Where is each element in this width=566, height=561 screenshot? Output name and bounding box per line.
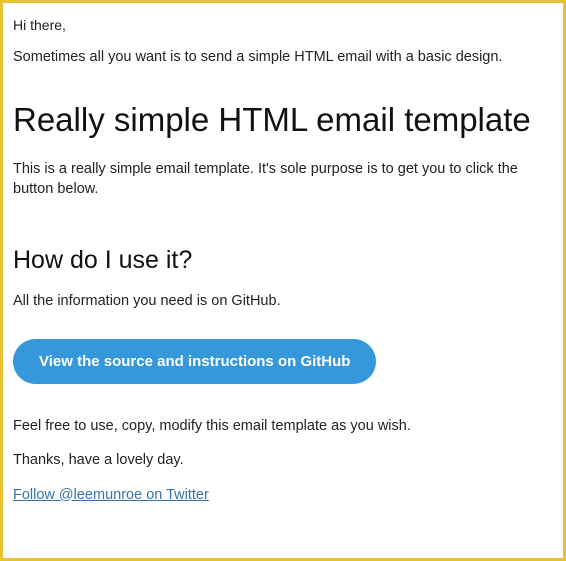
greeting-text: Hi there, xyxy=(13,17,553,33)
signoff-text: Thanks, have a lovely day. xyxy=(13,452,553,468)
sub-heading: How do I use it? xyxy=(13,246,553,275)
info-text: All the information you need is on GitHu… xyxy=(13,293,553,309)
main-heading: Really simple HTML email template xyxy=(13,101,553,139)
permission-text: Feel free to use, copy, modify this emai… xyxy=(13,418,553,434)
cta-button[interactable]: View the source and instructions on GitH… xyxy=(13,339,376,384)
description-text: This is a really simple email template. … xyxy=(13,159,553,200)
follow-twitter-link[interactable]: Follow @leemunroe on Twitter xyxy=(13,487,209,503)
email-container: Hi there, Sometimes all you want is to s… xyxy=(0,0,566,561)
intro-text: Sometimes all you want is to send a simp… xyxy=(13,49,553,65)
